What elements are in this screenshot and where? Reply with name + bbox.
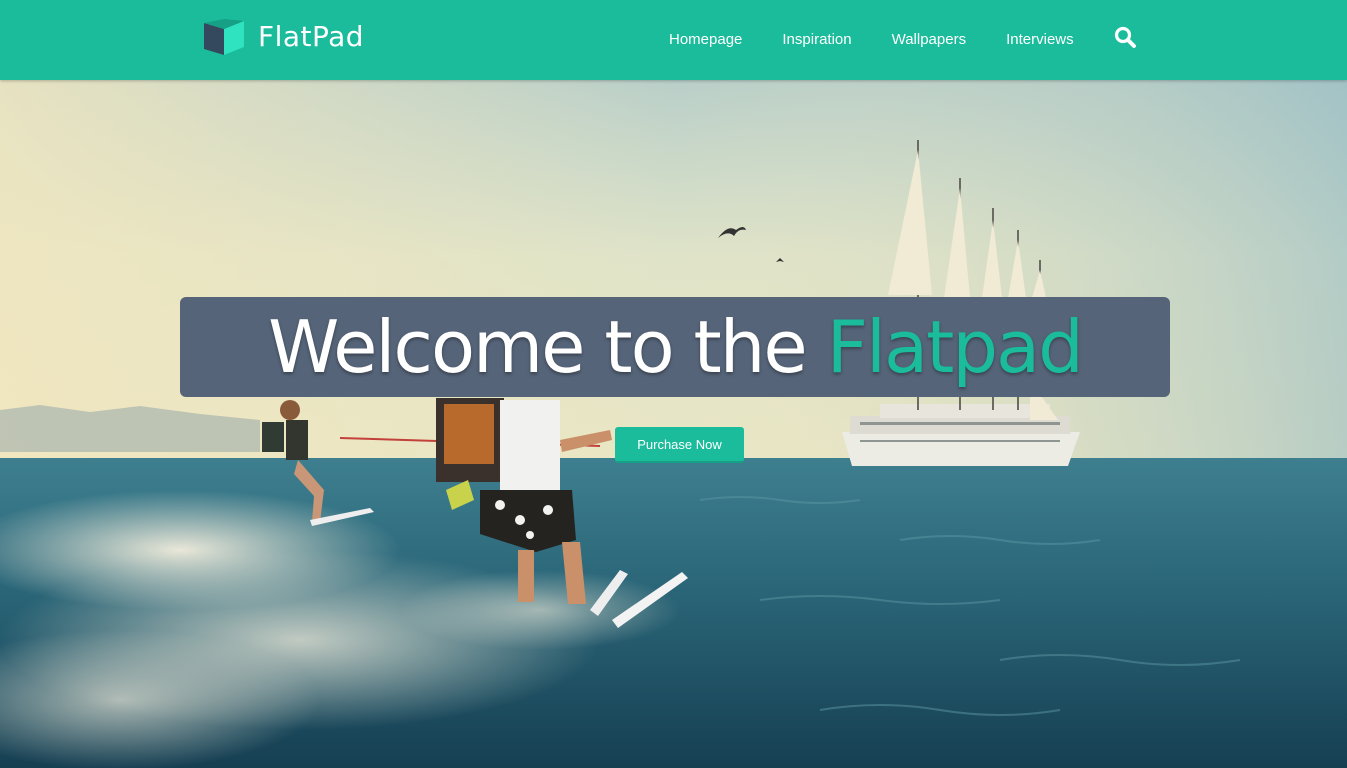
purchase-now-button[interactable]: Purchase Now xyxy=(615,427,744,463)
welcome-heading: Welcome to the Flatpad xyxy=(268,297,1084,397)
hero-background-image xyxy=(0,80,1347,768)
welcome-heading-accent: Flatpad xyxy=(826,305,1084,389)
nav-link-homepage[interactable]: Homepage xyxy=(669,30,742,50)
brand-name: FlatPad xyxy=(258,20,365,53)
hero-section: Welcome to the Flatpad Purchase Now xyxy=(0,80,1347,768)
welcome-banner: Welcome to the Flatpad xyxy=(180,297,1170,397)
search-icon[interactable] xyxy=(1113,25,1137,49)
top-navbar: FlatPad Homepage Inspiration Wallpapers … xyxy=(0,0,1347,80)
cube-logo-icon xyxy=(204,19,244,55)
nav-link-inspiration[interactable]: Inspiration xyxy=(782,30,851,50)
welcome-heading-main: Welcome to the xyxy=(268,305,827,389)
brand-logo[interactable]: FlatPad xyxy=(204,19,364,55)
nav-link-interviews[interactable]: Interviews xyxy=(1006,30,1074,50)
nav-link-wallpapers[interactable]: Wallpapers xyxy=(892,30,966,50)
main-nav: Homepage Inspiration Wallpapers Intervie… xyxy=(669,30,1114,50)
